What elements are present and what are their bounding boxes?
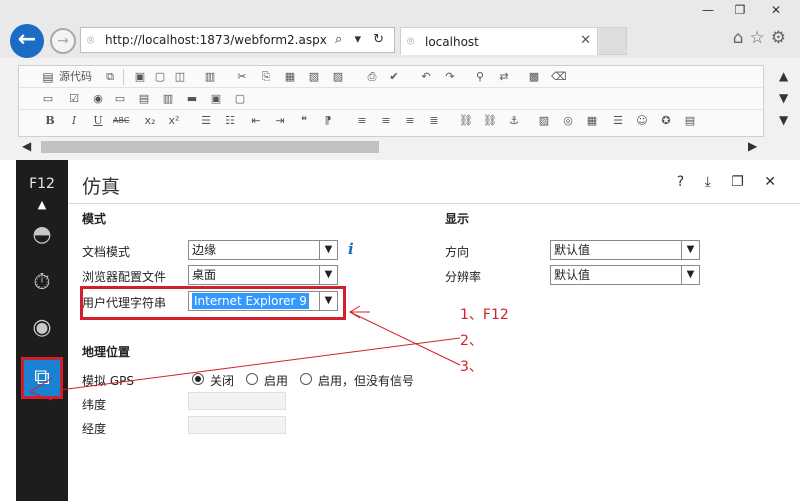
- annotation-line-3: [349, 311, 461, 366]
- annotation-line-left: [29, 377, 53, 393]
- annotation-line-left-2: [29, 391, 53, 401]
- annotation-step-1: 1、F12: [460, 307, 509, 323]
- annotation-step-2: 2、: [460, 333, 483, 349]
- browser-window: — ❐ ✕ ← → ⌾ http://localhost:1873/webfor…: [0, 0, 800, 501]
- annotation-line-2: [59, 337, 461, 391]
- annotation-lines: [29, 305, 461, 401]
- annotation-step-3: 3、: [460, 359, 483, 375]
